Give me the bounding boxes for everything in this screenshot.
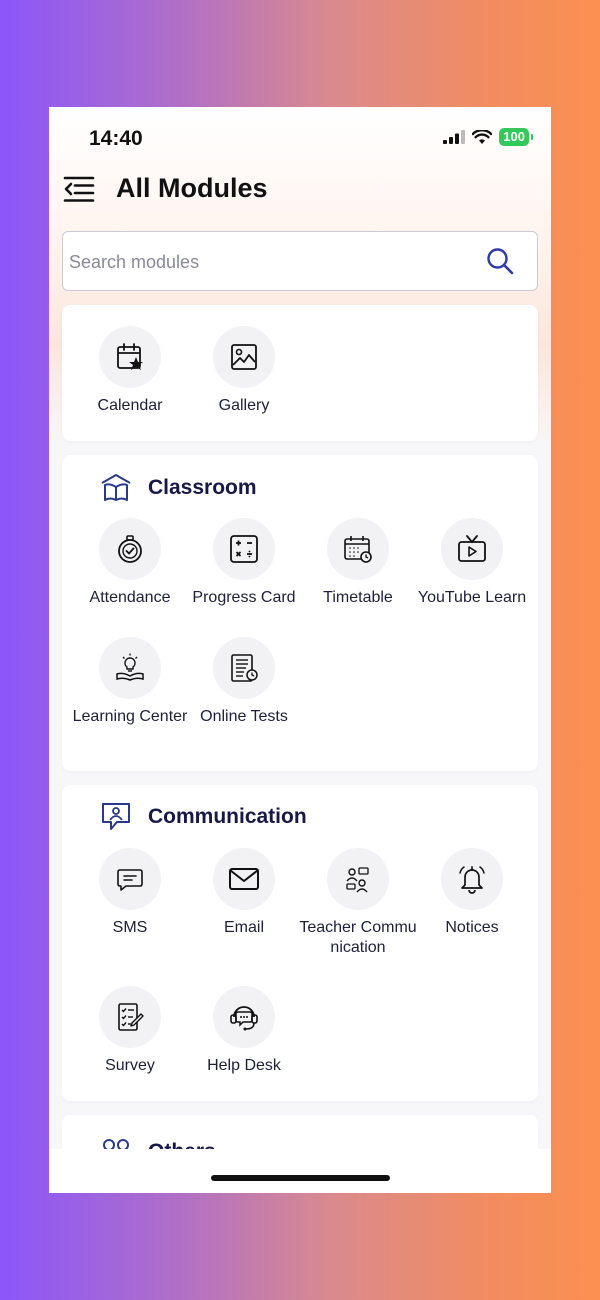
module-label: Attendance [89, 589, 171, 606]
module-calendar[interactable]: Calendar [71, 326, 189, 416]
wifi-icon [472, 129, 493, 144]
notices-bell-icon [459, 866, 485, 894]
classroom-card: Classroom Attendance Progress Card Timet… [62, 455, 538, 771]
signal-icon [443, 130, 466, 144]
module-label: Gallery [218, 397, 270, 414]
status-icons: 100 [443, 128, 533, 146]
module-help-desk[interactable]: Help Desk [185, 986, 303, 1076]
module-online-tests[interactable]: Online Tests [185, 637, 303, 727]
classroom-icon [101, 474, 131, 501]
bottom-safe-area [49, 1149, 551, 1193]
module-label: YouTube Learn [417, 589, 527, 606]
module-label: Email [223, 919, 264, 936]
sms-icon [117, 869, 143, 891]
battery-icon: 100 [499, 128, 533, 146]
progress-card-icon [230, 535, 258, 563]
section-header-classroom: Classroom [100, 471, 257, 505]
gallery-icon [231, 344, 257, 370]
module-label: Online Tests [200, 708, 288, 725]
module-label: Help Desk [207, 1057, 281, 1074]
module-gallery[interactable]: Gallery [185, 326, 303, 416]
module-learning-center[interactable]: Learning Center [71, 637, 189, 727]
module-label: Notices [445, 919, 499, 936]
search-input[interactable] [69, 246, 469, 278]
section-header-communication: Communication [100, 800, 307, 834]
module-teacher-communication[interactable]: Teacher Communication [299, 848, 417, 957]
module-progress-card[interactable]: Progress Card [185, 518, 303, 608]
header: All Modules [49, 169, 551, 209]
section-title: Classroom [148, 476, 257, 499]
youtube-learn-icon [458, 535, 486, 562]
communication-icon [102, 803, 130, 830]
status-time: 14:40 [89, 127, 143, 150]
module-email[interactable]: Email [185, 848, 303, 938]
search-bar [62, 231, 538, 291]
module-label: Survey [105, 1057, 155, 1074]
teacher-communication-icon [346, 867, 369, 893]
timetable-icon [344, 536, 372, 563]
page-title: All Modules [116, 173, 268, 203]
help-desk-icon [230, 1006, 258, 1031]
module-label: Calendar [97, 397, 163, 414]
home-indicator[interactable] [211, 1175, 390, 1181]
module-survey[interactable]: Survey [71, 986, 189, 1076]
module-notices[interactable]: Notices [413, 848, 531, 938]
module-label: Learning Center [72, 708, 188, 725]
search-icon[interactable] [485, 246, 515, 276]
survey-icon [118, 1003, 144, 1031]
quick-access-card: Calendar Gallery [62, 305, 538, 441]
module-label: SMS [112, 919, 148, 936]
calendar-star-icon [117, 343, 143, 370]
communication-card: Communication SMS Email Teacher Communic… [62, 785, 538, 1101]
module-label: Teacher Communication [299, 919, 417, 956]
menu-collapse-icon[interactable] [63, 174, 95, 204]
module-label: Progress Card [192, 589, 296, 606]
learning-center-icon [116, 653, 144, 681]
online-tests-icon [231, 654, 258, 682]
module-timetable[interactable]: Timetable [299, 518, 417, 608]
module-attendance[interactable]: Attendance [71, 518, 189, 608]
module-youtube-learn[interactable]: YouTube Learn [413, 518, 531, 608]
attendance-icon [118, 535, 142, 563]
email-icon [229, 868, 259, 890]
phone-screen: 14:40 100 All Modules Search modules Cal… [49, 107, 551, 1193]
status-bar: 14:40 100 [49, 107, 551, 167]
module-label: Timetable [323, 589, 393, 606]
section-title: Communication [148, 805, 307, 828]
module-sms[interactable]: SMS [71, 848, 189, 938]
